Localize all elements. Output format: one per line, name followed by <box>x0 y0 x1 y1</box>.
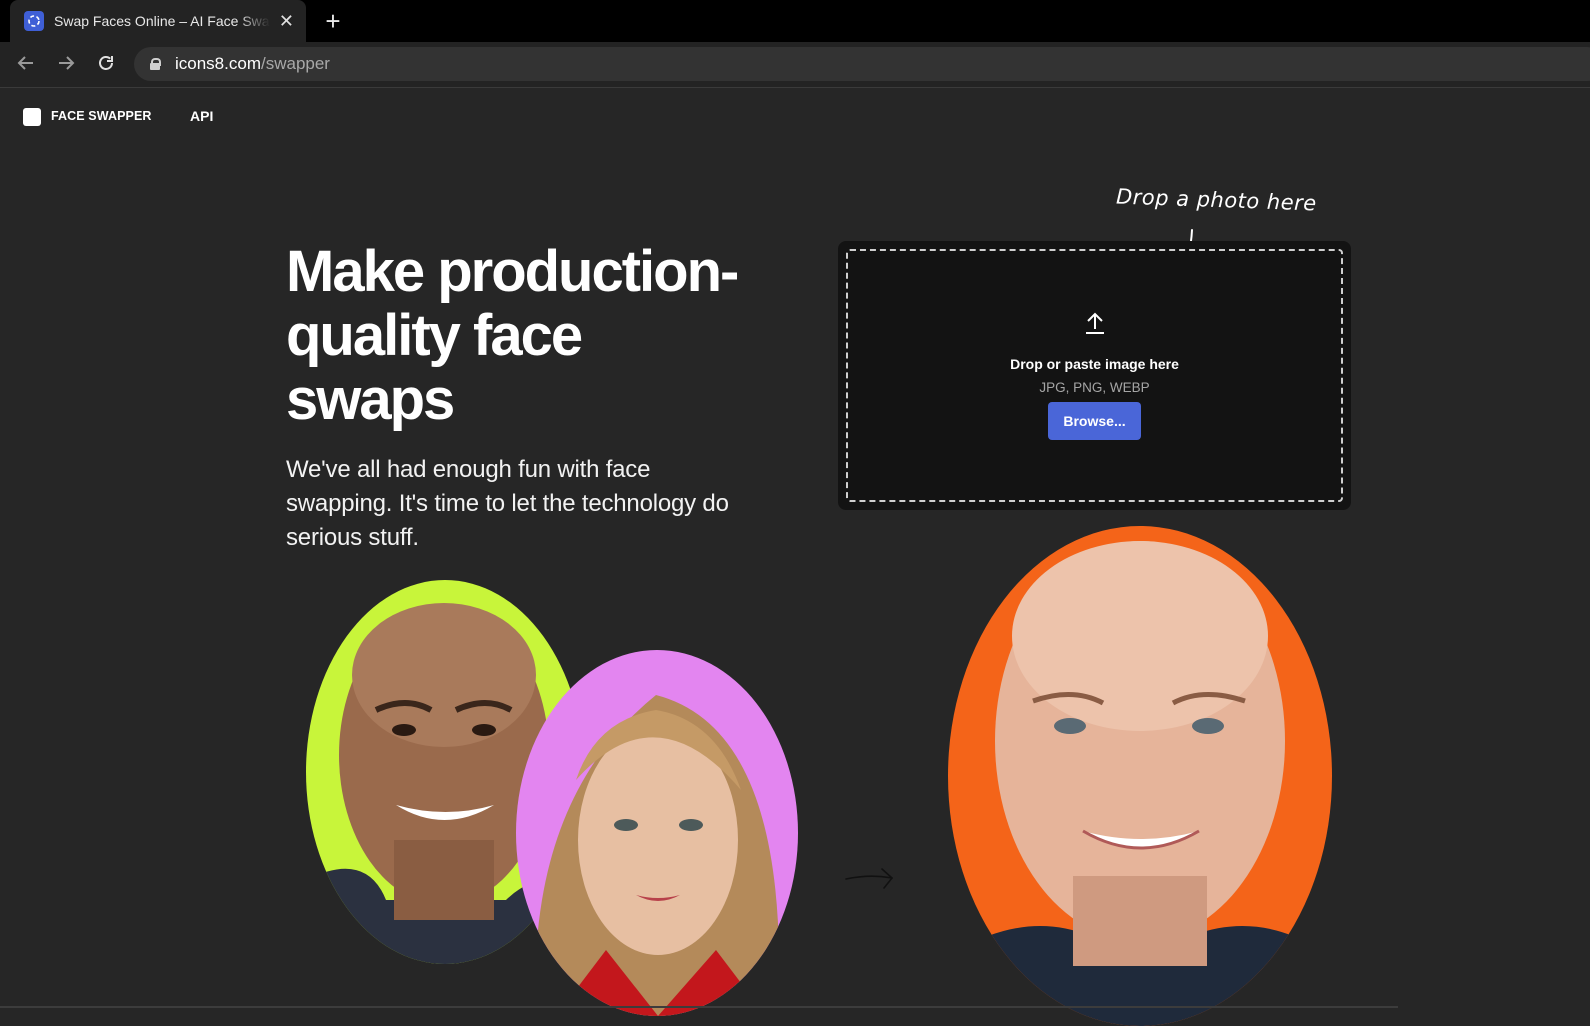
url-text: icons8.com/swapper <box>175 54 330 74</box>
divider <box>0 1006 1398 1008</box>
headline-line: Make production- <box>286 239 739 304</box>
icons8-favicon-icon <box>24 11 44 31</box>
logo-icon[interactable] <box>23 108 41 126</box>
lock-icon[interactable] <box>150 58 161 70</box>
image-drop-zone[interactable]: Drop or paste image here JPG, PNG, WEBP … <box>846 249 1343 502</box>
drop-hint-text: Drop a photo here <box>1115 184 1318 216</box>
upload-panel: Drop or paste image here JPG, PNG, WEBP … <box>838 241 1351 510</box>
arrow-right-icon[interactable] <box>54 53 78 77</box>
nav-link-api[interactable]: API <box>190 108 213 124</box>
source-face-female-image <box>516 650 798 1016</box>
supported-formats: JPG, PNG, WEBP <box>1039 380 1150 395</box>
hero-subtext: We've all had enough fun with face swapp… <box>286 456 729 551</box>
browse-button[interactable]: Browse... <box>1048 402 1141 440</box>
headline-line: quality face <box>286 303 583 368</box>
arrow-left-icon[interactable] <box>14 53 38 77</box>
url-path: /swapper <box>260 54 330 73</box>
plus-icon[interactable]: + <box>320 8 346 34</box>
headline-line: swaps <box>286 367 455 432</box>
address-bar[interactable]: icons8.com/swapper <box>134 47 1590 81</box>
browser-toolbar: icons8.com/swapper <box>0 42 1590 88</box>
site-header: FACE SWAPPER API <box>0 88 1590 146</box>
drop-title: Drop or paste image here <box>1010 356 1179 372</box>
arrow-right-icon <box>845 868 893 889</box>
browser-tab-bar: Swap Faces Online – AI Face Swapper ✕ + <box>0 0 1590 42</box>
tab-title: Swap Faces Online – AI Face Swapper <box>54 13 270 29</box>
upload-icon <box>1086 312 1104 334</box>
reload-icon[interactable] <box>94 53 118 77</box>
url-host: icons8.com <box>175 54 261 73</box>
page-headline: Make production- quality face swaps <box>286 240 806 432</box>
close-icon[interactable]: ✕ <box>279 12 294 30</box>
browser-tab[interactable]: Swap Faces Online – AI Face Swapper ✕ <box>10 0 306 42</box>
swapped-result-image <box>948 526 1332 1026</box>
logo-text[interactable]: FACE SWAPPER <box>51 109 152 123</box>
